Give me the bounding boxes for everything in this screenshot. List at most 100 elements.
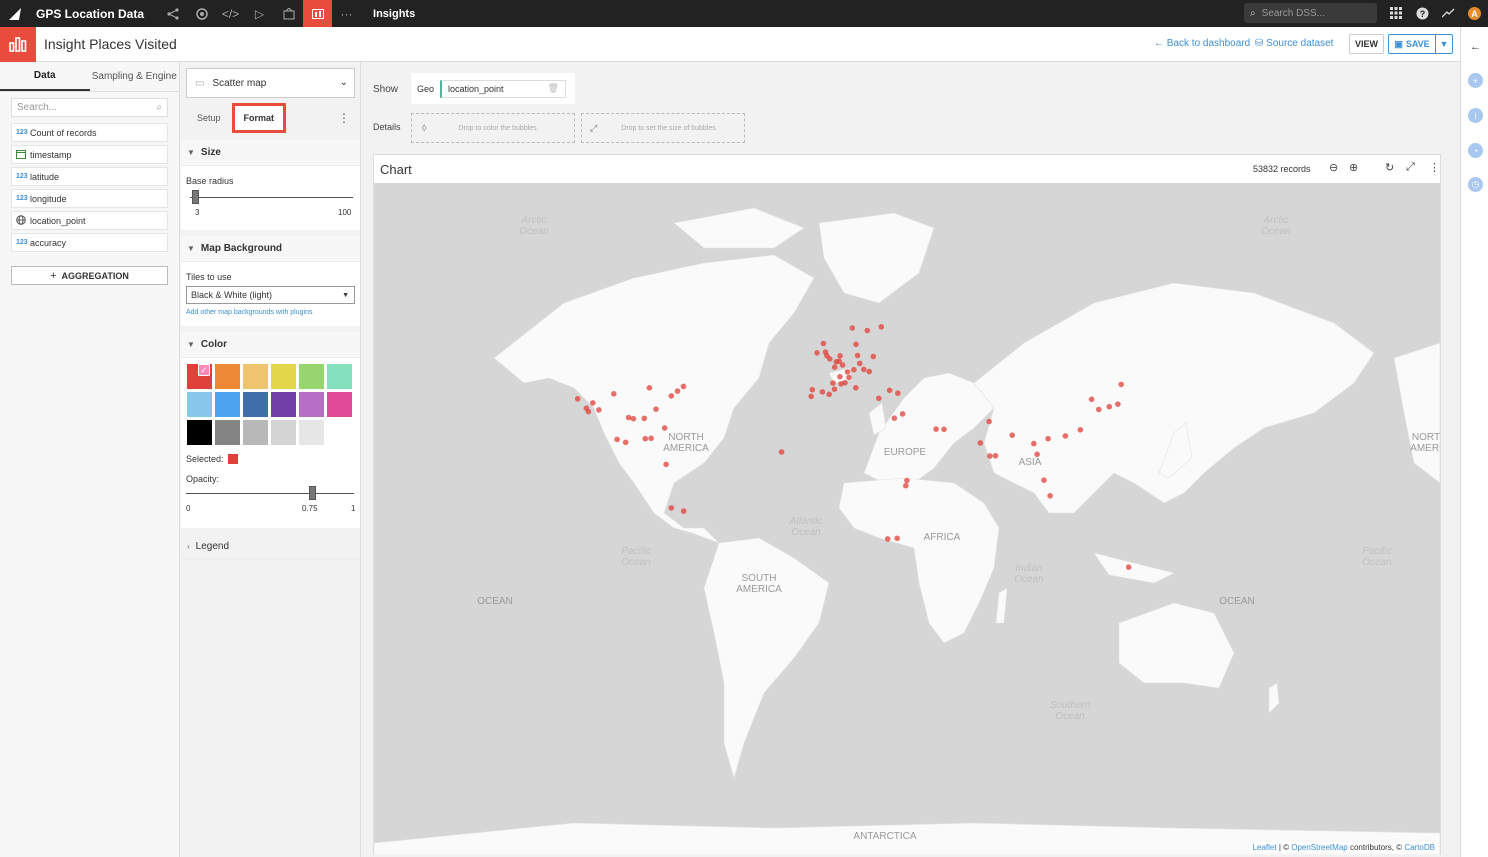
location-point[interactable] bbox=[574, 396, 581, 402]
location-point[interactable] bbox=[680, 383, 687, 390]
location-point[interactable] bbox=[1062, 433, 1069, 439]
location-point[interactable] bbox=[1034, 451, 1040, 458]
location-point[interactable] bbox=[861, 366, 867, 373]
location-point[interactable] bbox=[596, 407, 602, 413]
location-point[interactable] bbox=[1125, 564, 1132, 570]
location-point[interactable] bbox=[611, 391, 617, 397]
apps-grid-icon[interactable] bbox=[1387, 4, 1405, 22]
location-point[interactable] bbox=[904, 477, 910, 484]
info-icon[interactable]: i bbox=[1468, 108, 1483, 123]
map-background-header[interactable]: ▼ Map Background bbox=[181, 236, 360, 262]
dashboard-icon[interactable] bbox=[303, 0, 333, 27]
location-point[interactable] bbox=[853, 341, 859, 348]
location-point[interactable] bbox=[876, 395, 882, 402]
help-icon[interactable]: ? bbox=[1413, 4, 1431, 22]
collapse-arrow-icon[interactable]: ← bbox=[1468, 39, 1483, 54]
location-point[interactable] bbox=[778, 449, 785, 455]
color-swatch[interactable] bbox=[299, 392, 324, 417]
tab-format[interactable]: Format bbox=[231, 103, 287, 133]
location-point[interactable] bbox=[668, 393, 675, 399]
color-swatch[interactable] bbox=[271, 420, 296, 445]
location-point[interactable] bbox=[614, 436, 620, 443]
color-swatch[interactable] bbox=[215, 364, 240, 389]
color-drop-zone[interactable]: ◊ Drop to color the bubbles bbox=[411, 113, 575, 143]
location-point[interactable] bbox=[830, 380, 836, 386]
base-radius-thumb[interactable] bbox=[192, 190, 199, 204]
location-point[interactable] bbox=[992, 453, 999, 459]
flow-icon[interactable] bbox=[158, 0, 187, 27]
column-search-input[interactable]: Search... ⌕ bbox=[11, 98, 168, 117]
source-dataset-link[interactable]: ⛁ Source dataset bbox=[1255, 38, 1333, 49]
save-button[interactable]: ▣ SAVE bbox=[1388, 34, 1436, 54]
location-point[interactable] bbox=[625, 414, 632, 421]
location-point[interactable] bbox=[648, 435, 654, 442]
color-swatch[interactable] bbox=[271, 364, 296, 389]
section-title[interactable]: Insights bbox=[373, 8, 415, 20]
location-point[interactable] bbox=[824, 353, 830, 359]
plugins-link[interactable]: Add other map backgrounds with plugins bbox=[186, 309, 312, 316]
tab-data[interactable]: Data bbox=[0, 62, 90, 91]
location-point[interactable] bbox=[837, 353, 843, 359]
location-point[interactable] bbox=[933, 426, 939, 432]
location-point[interactable] bbox=[590, 400, 596, 406]
base-radius-track[interactable] bbox=[190, 197, 353, 198]
location-point[interactable] bbox=[870, 353, 877, 360]
location-point[interactable] bbox=[826, 391, 832, 398]
color-swatch[interactable] bbox=[299, 364, 324, 389]
trash-icon[interactable]: 🗑 bbox=[548, 83, 559, 94]
column-item[interactable]: 123 latitude bbox=[11, 167, 168, 186]
lab-icon[interactable] bbox=[187, 0, 216, 27]
location-point[interactable] bbox=[1041, 477, 1047, 484]
location-point[interactable] bbox=[864, 327, 871, 334]
location-point[interactable] bbox=[674, 388, 681, 394]
geo-column-pill[interactable]: location_point 🗑 bbox=[440, 79, 567, 98]
map-canvas[interactable]: Arctic Ocean Arctic Ocean NORTH AMERICA NORT AM… bbox=[374, 183, 1440, 855]
more-icon[interactable]: ··· bbox=[332, 0, 361, 27]
color-swatch[interactable] bbox=[187, 420, 212, 445]
opacity-track[interactable] bbox=[186, 493, 354, 494]
location-point[interactable] bbox=[641, 415, 648, 422]
wiki-icon[interactable] bbox=[274, 0, 303, 27]
location-point[interactable] bbox=[661, 425, 668, 431]
location-point[interactable] bbox=[814, 350, 820, 356]
global-search-input[interactable]: ⌕ Search DSS... bbox=[1244, 3, 1377, 23]
run-icon[interactable]: ▷ bbox=[245, 0, 274, 27]
location-point[interactable] bbox=[809, 386, 816, 393]
location-point[interactable] bbox=[842, 379, 848, 386]
avatar[interactable]: A bbox=[1468, 7, 1481, 20]
chart-type-select[interactable]: ▭ Scatter map ⌄ bbox=[186, 68, 355, 98]
location-point[interactable] bbox=[851, 366, 857, 373]
tiles-select[interactable]: Black & White (light) ▼ bbox=[186, 286, 355, 304]
location-point[interactable] bbox=[837, 373, 843, 380]
color-swatch[interactable] bbox=[215, 392, 240, 417]
size-drop-zone[interactable]: ⤢ Drop to set the size of bubbles bbox=[581, 113, 745, 143]
color-swatch[interactable] bbox=[299, 420, 324, 445]
location-point[interactable] bbox=[853, 385, 859, 391]
scatter-map[interactable]: Arctic Ocean Arctic Ocean NORTH AMERICA NORT AM… bbox=[374, 183, 1440, 855]
location-point[interactable] bbox=[1096, 406, 1102, 413]
location-point[interactable] bbox=[903, 482, 909, 489]
project-name[interactable]: GPS Location Data bbox=[36, 7, 144, 21]
location-point[interactable] bbox=[668, 505, 675, 511]
location-point[interactable] bbox=[839, 362, 846, 368]
color-swatch[interactable] bbox=[243, 392, 268, 417]
location-point[interactable] bbox=[986, 418, 992, 425]
location-point[interactable] bbox=[1077, 427, 1084, 433]
color-swatch[interactable] bbox=[243, 420, 268, 445]
more-vertical-icon[interactable]: ⋮ bbox=[1429, 161, 1440, 174]
discussion-icon[interactable]: ◔ bbox=[1468, 143, 1483, 158]
location-point[interactable] bbox=[1047, 493, 1053, 499]
location-point[interactable] bbox=[1009, 432, 1015, 438]
leaflet-link[interactable]: Leaflet bbox=[1253, 843, 1277, 852]
opacity-thumb[interactable] bbox=[309, 486, 316, 500]
color-swatch[interactable] bbox=[243, 364, 268, 389]
back-to-dashboard-link[interactable]: ← Back to dashboard bbox=[1154, 38, 1250, 49]
more-vertical-icon[interactable]: ⋮ bbox=[338, 111, 350, 125]
trend-icon[interactable] bbox=[1439, 4, 1457, 22]
location-point[interactable] bbox=[831, 386, 838, 392]
location-point[interactable] bbox=[1045, 435, 1051, 442]
timeline-icon[interactable]: ◷ bbox=[1468, 177, 1483, 192]
location-point[interactable] bbox=[1031, 440, 1037, 447]
color-section-header[interactable]: ▼ Color bbox=[181, 332, 360, 358]
location-point[interactable] bbox=[833, 359, 839, 365]
